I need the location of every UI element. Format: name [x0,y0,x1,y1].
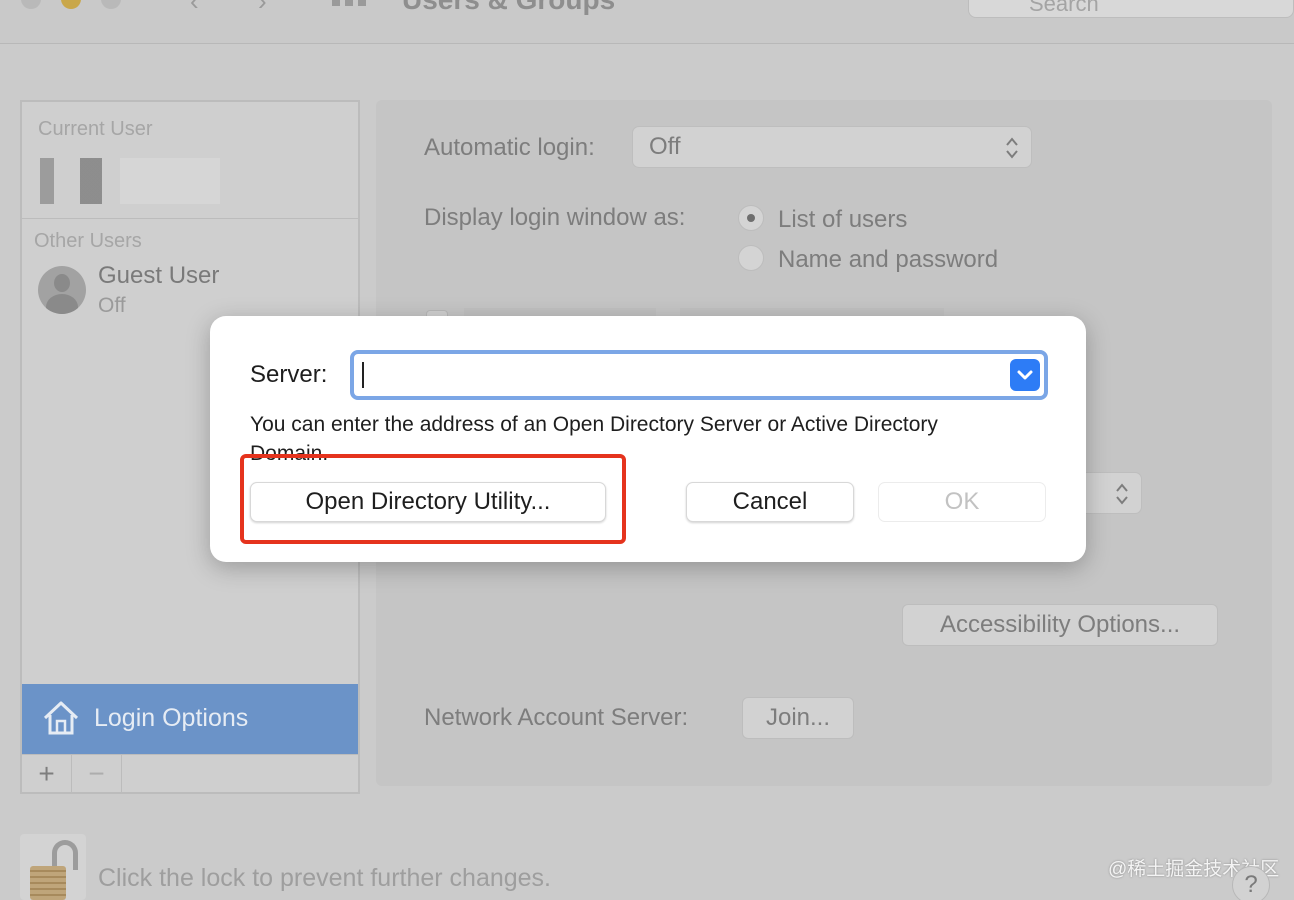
users-panel-footer: + − [22,754,358,793]
accessibility-options-button[interactable]: Accessibility Options... [902,604,1218,646]
join-button[interactable]: Join... [742,697,854,739]
guest-user-name: Guest User [98,262,220,289]
search-input[interactable]: Search [968,0,1294,18]
guest-user-row[interactable]: Guest User Off [38,262,358,322]
show-all-grid-icon[interactable] [332,0,372,6]
house-icon [43,701,79,735]
help-button[interactable]: ? [1232,866,1270,900]
updown-chevron-icon [1006,137,1018,159]
radio-name-and-password[interactable] [738,245,764,271]
radio-list-of-users[interactable] [738,205,764,231]
automatic-login-popup[interactable]: Off [632,126,1032,168]
minimize-window-button[interactable] [61,0,81,9]
current-user-section-label: Current User [38,118,153,140]
login-options-label: Login Options [94,704,249,732]
updown-chevron-icon-2 [1116,483,1128,505]
automatic-login-label: Automatic login: [424,134,595,161]
zoom-window-button[interactable] [101,0,121,9]
title-bar: ‹ › Users & Groups Search [0,0,1294,44]
display-login-window-label: Display login window as: [424,204,686,231]
add-user-button[interactable]: + [22,755,72,793]
ok-button[interactable]: OK [878,482,1046,522]
server-input[interactable] [350,350,1048,400]
back-arrow-icon[interactable]: ‹ [190,0,199,17]
guest-user-status: Off [98,294,126,317]
divider [22,218,358,219]
dialog-description: You can enter the address of an Open Dir… [250,413,938,465]
radio-label-list-of-users: List of users [778,206,908,233]
lock-status-text: Click the lock to prevent further change… [98,864,552,892]
lock-icon[interactable] [20,834,86,900]
forward-arrow-icon[interactable]: › [258,0,267,17]
guest-avatar-icon [38,266,86,314]
current-user-redacted[interactable] [40,158,220,204]
sidebar-item-login-options[interactable]: Login Options [22,684,358,754]
window-title: Users & Groups [402,0,615,16]
network-server-dialog: Server: You can enter the address of an … [210,316,1086,562]
cancel-button[interactable]: Cancel [686,482,854,522]
open-directory-utility-button[interactable]: Open Directory Utility... [250,482,606,522]
close-window-button[interactable] [21,0,41,9]
server-dropdown-button[interactable] [1010,359,1040,391]
text-caret [362,362,364,388]
radio-label-name-and-password: Name and password [778,246,999,273]
network-account-server-label: Network Account Server: [424,704,689,731]
automatic-login-value: Off [649,133,681,160]
other-users-section-label: Other Users [34,230,142,252]
remove-user-button[interactable]: − [72,755,122,793]
chevron-down-icon [1017,370,1033,380]
server-label: Server: [250,361,328,388]
